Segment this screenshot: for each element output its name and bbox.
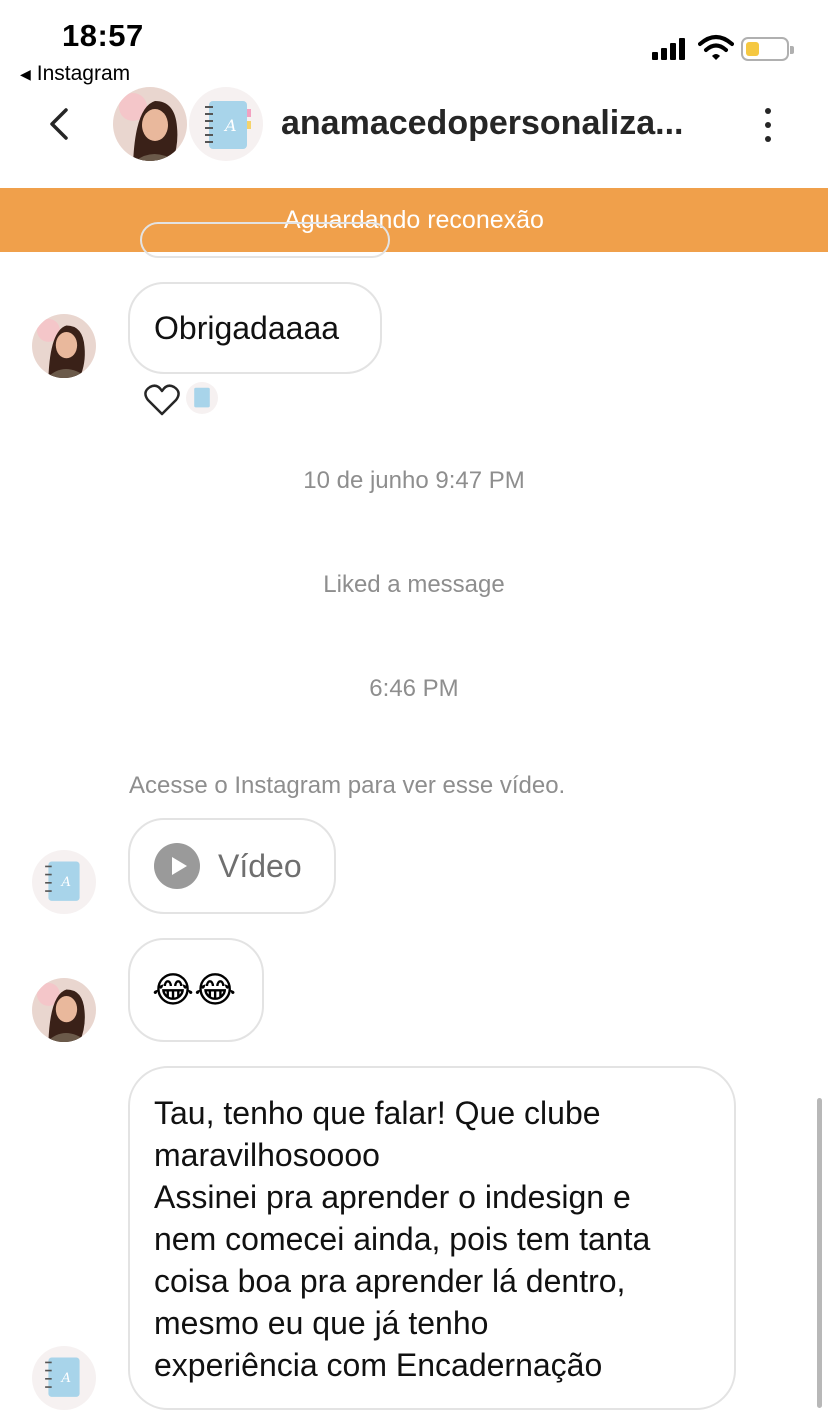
- svg-text:A: A: [223, 116, 237, 135]
- more-vertical-icon[interactable]: [762, 108, 774, 142]
- video-unavailable-note: Acesse o Instagram para ver esse vídeo.: [129, 772, 566, 799]
- long-message-text: Tau, tenho que falar! Que clube maravilh…: [154, 1092, 710, 1386]
- message-bubble[interactable]: Tau, tenho que falar! Que clube maravilh…: [128, 1066, 736, 1410]
- message-line: nem comecei ainda, pois tem tanta: [154, 1221, 651, 1257]
- message-line: coisa boa pra aprender lá dentro,: [154, 1263, 626, 1299]
- liked-message-note: Liked a message: [323, 571, 505, 598]
- timestamp: 6:46 PM: [369, 675, 459, 702]
- status-time: 18:57: [62, 18, 144, 53]
- avatar-brand-logo[interactable]: A: [32, 1346, 96, 1410]
- svg-text:A: A: [61, 875, 71, 890]
- play-icon[interactable]: [154, 843, 200, 889]
- partial-message-bubble: [140, 222, 390, 258]
- message-line: Tau, tenho que falar! Que clube: [154, 1095, 601, 1131]
- avatar-brand-logo[interactable]: A: [32, 850, 96, 914]
- avatar-brand-logo[interactable]: A: [187, 85, 265, 163]
- message-line: maravilhosoooo: [154, 1137, 380, 1173]
- emoji-text: 😂😂: [152, 969, 237, 1010]
- back-app-label: Instagram: [36, 62, 131, 85]
- message-text: Obrigadaaaa: [154, 309, 340, 346]
- message-line: Assinei pra aprender o indesign e: [154, 1179, 631, 1215]
- timestamp: 10 de junho 9:47 PM: [303, 467, 525, 494]
- heart-icon[interactable]: [144, 384, 180, 416]
- avatar-user-photo[interactable]: [111, 85, 189, 163]
- cellular-signal-icon: [652, 38, 685, 60]
- wifi-icon: [698, 35, 734, 60]
- video-label: Vídeo: [218, 847, 302, 884]
- message-bubble[interactable]: Obrigadaaaa: [128, 282, 382, 374]
- back-to-app-link[interactable]: ◀ Instagram: [20, 62, 130, 86]
- back-triangle-icon: ◀: [20, 65, 31, 82]
- scrollbar[interactable]: [817, 1098, 822, 1408]
- chevron-left-icon[interactable]: [44, 104, 78, 144]
- message-bubble[interactable]: 😂😂: [128, 938, 264, 1042]
- avatar-user-photo[interactable]: [32, 314, 96, 378]
- video-message-bubble[interactable]: Vídeo: [128, 818, 336, 914]
- reconnect-banner: Aguardando reconexão: [0, 188, 828, 252]
- avatar-user-photo[interactable]: [32, 978, 96, 1042]
- battery-icon: [741, 37, 794, 61]
- message-line: experiência com Encadernação: [154, 1347, 603, 1383]
- reaction-avatar-brand-logo: [186, 382, 218, 414]
- conversation-title[interactable]: anamacedopersonaliza...: [281, 104, 721, 143]
- svg-text:A: A: [61, 1371, 71, 1386]
- message-line: mesmo eu que já tenho: [154, 1305, 489, 1341]
